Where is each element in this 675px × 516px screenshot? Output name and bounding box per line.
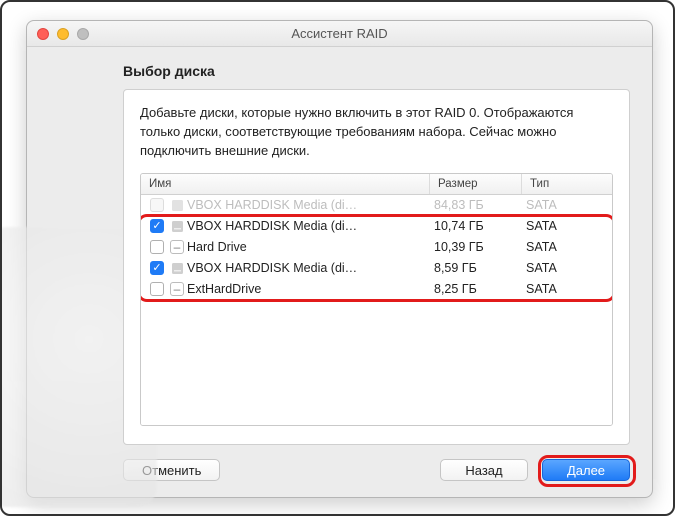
table-row[interactable]: VBOX HARDDISK Media (di…10,74 ГБSATA [141, 216, 612, 237]
disk-panel: Добавьте диски, которые нужно включить в… [123, 89, 630, 445]
disk-type: SATA [526, 282, 612, 296]
page-title: Выбор диска [123, 63, 634, 79]
disk-size: 10,74 ГБ [434, 219, 526, 233]
partition-icon [167, 240, 187, 254]
disk-type: SATA [526, 261, 612, 275]
annotated-frame: Ассистент RAID Выбор диска Добавьте диск… [0, 0, 675, 516]
disk-name: ExtHardDrive [187, 282, 434, 296]
disk-checkbox[interactable] [150, 219, 164, 233]
table-row[interactable]: ExtHardDrive8,25 ГБSATA [141, 279, 612, 300]
hdd-icon [167, 219, 187, 234]
disk-checkbox[interactable] [150, 240, 164, 254]
hdd-icon [167, 198, 187, 213]
window-title: Ассистент RAID [27, 26, 652, 41]
disk-name: VBOX HARDDISK Media (di… [187, 219, 434, 233]
disk-checkbox[interactable] [150, 261, 164, 275]
back-button[interactable]: Назад [440, 459, 528, 481]
disk-name: VBOX HARDDISK Media (di… [187, 261, 434, 275]
disk-type: SATA [526, 198, 612, 212]
disk-size: 84,83 ГБ [434, 198, 526, 212]
table-row[interactable]: Hard Drive10,39 ГБSATA [141, 237, 612, 258]
description-text: Добавьте диски, которые нужно включить в… [140, 104, 613, 161]
disk-table: Имя Размер Тип VBOX HARDDISK Media (di…8… [140, 173, 613, 426]
col-header-size[interactable]: Размер [430, 174, 522, 194]
footer-buttons: Отменить Назад Далее [123, 459, 630, 481]
table-header: Имя Размер Тип [141, 174, 612, 195]
disk-size: 10,39 ГБ [434, 240, 526, 254]
disk-name: Hard Drive [187, 240, 434, 254]
table-body: VBOX HARDDISK Media (di…84,83 ГБSATAVBOX… [141, 195, 612, 425]
table-row[interactable]: VBOX HARDDISK Media (di…8,59 ГБSATA [141, 258, 612, 279]
disk-size: 8,25 ГБ [434, 282, 526, 296]
disk-type: SATA [526, 240, 612, 254]
disk-checkbox[interactable] [150, 282, 164, 296]
hdd-icon [167, 261, 187, 276]
disk-type: SATA [526, 219, 612, 233]
disk-checkbox [150, 198, 164, 212]
titlebar: Ассистент RAID [27, 21, 652, 47]
disk-size: 8,59 ГБ [434, 261, 526, 275]
raid-assistant-window: Ассистент RAID Выбор диска Добавьте диск… [26, 20, 653, 498]
disk-name: VBOX HARDDISK Media (di… [187, 198, 434, 212]
partition-icon [167, 282, 187, 296]
col-header-type[interactable]: Тип [522, 174, 612, 194]
col-header-name[interactable]: Имя [141, 174, 430, 194]
next-button[interactable]: Далее [542, 459, 630, 481]
table-row: VBOX HARDDISK Media (di…84,83 ГБSATA [141, 195, 612, 216]
